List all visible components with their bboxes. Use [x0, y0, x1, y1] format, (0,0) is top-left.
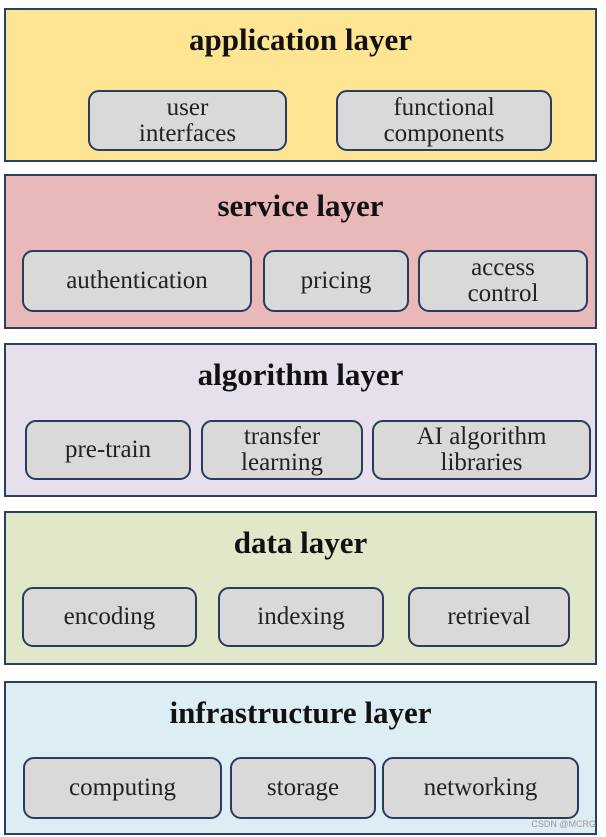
layer-title: infrastructure layer — [169, 695, 432, 730]
layer-title: service layer — [217, 188, 384, 223]
component-box: storage — [230, 757, 376, 819]
layer-infrastructure: infrastructure layer computing storage netw… — [4, 681, 597, 835]
component-box: authentication — [22, 250, 252, 312]
component-box: pricing — [263, 250, 409, 312]
layer-title: algorithm layer — [197, 357, 404, 392]
component-box: transfer learning — [201, 420, 363, 480]
watermark: CSDN @MCRG — [531, 819, 596, 829]
component-box: computing — [23, 757, 222, 819]
layer-algorithm: algorithm layer pre-train transfer learnin… — [4, 343, 597, 497]
component-box: retrieval — [408, 587, 570, 647]
layer-service: service layer authentication pricing access… — [4, 174, 597, 329]
component-box: networking — [382, 757, 579, 819]
component-box: pre-train — [25, 420, 191, 480]
component-box: functional components — [336, 90, 552, 151]
component-box: user interfaces — [88, 90, 287, 151]
component-box: access control — [418, 250, 588, 312]
layer-data: data layer encoding indexing retrieval — [4, 511, 597, 665]
component-box: encoding — [22, 587, 197, 647]
layer-title: application layer — [188, 22, 413, 57]
component-box: indexing — [218, 587, 384, 647]
component-box: AI algorithm libraries — [372, 420, 591, 480]
layer-title: data layer — [233, 525, 368, 560]
layer-application: application layer user interfaces function… — [4, 8, 597, 162]
